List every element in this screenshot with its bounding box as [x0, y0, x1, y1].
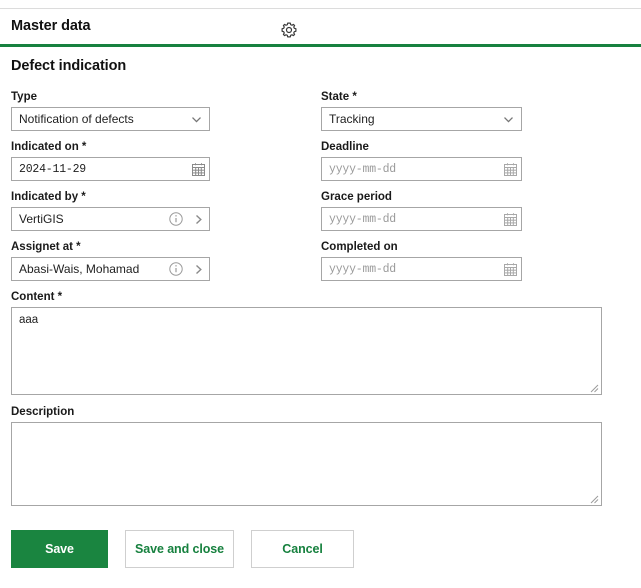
page-title: Defect indication [11, 58, 126, 74]
deadline-date-input[interactable]: yyyy-mm-dd [321, 157, 522, 181]
completed-on-date-input[interactable]: yyyy-mm-dd [321, 257, 522, 281]
grace-period-placeholder: yyyy-mm-dd [322, 213, 499, 226]
active-tab-underline [0, 44, 641, 47]
field-completed-on: Completed on yyyy-mm-dd [321, 240, 522, 281]
field-deadline: Deadline yyyy-mm-dd [321, 140, 522, 181]
deadline-placeholder: yyyy-mm-dd [322, 163, 499, 176]
gear-icon [279, 20, 299, 40]
field-label-deadline: Deadline [321, 140, 522, 154]
field-label-description: Description [11, 405, 602, 419]
field-label-content: Content * [11, 290, 602, 304]
content-textarea[interactable]: aaa [11, 307, 602, 395]
indicated-on-date-input[interactable]: 2024-11-29 [11, 157, 210, 181]
state-select[interactable]: Tracking [321, 107, 522, 131]
calendar-icon[interactable] [499, 208, 521, 230]
field-assignet-at: Assignet at * Abasi-Wais, Mohamad [11, 240, 210, 281]
type-select-value: Notification of defects [12, 112, 183, 126]
indicated-by-lookup[interactable]: VertiGIS [11, 207, 210, 231]
field-grace-period: Grace period yyyy-mm-dd [321, 190, 522, 231]
calendar-icon[interactable] [187, 158, 209, 180]
resize-grip-icon[interactable] [587, 492, 599, 504]
chevron-down-icon[interactable] [495, 108, 521, 130]
grace-period-date-input[interactable]: yyyy-mm-dd [321, 207, 522, 231]
field-description: Description [11, 405, 602, 506]
field-label-grace-period: Grace period [321, 190, 522, 204]
field-content: Content * aaa [11, 290, 602, 395]
save-and-close-button[interactable]: Save and close [125, 530, 234, 568]
calendar-icon[interactable] [499, 158, 521, 180]
chevron-down-icon[interactable] [183, 108, 209, 130]
chevron-right-icon[interactable] [187, 258, 209, 280]
field-label-assignet-at: Assignet at * [11, 240, 210, 254]
resize-grip-icon[interactable] [587, 381, 599, 393]
tab-master-data[interactable]: Master data [11, 18, 91, 34]
field-indicated-by: Indicated by * VertiGIS [11, 190, 210, 231]
save-button[interactable]: Save [11, 530, 108, 568]
assignet-at-value: Abasi-Wais, Mohamad [12, 262, 165, 276]
completed-on-placeholder: yyyy-mm-dd [322, 263, 499, 276]
assignet-at-lookup[interactable]: Abasi-Wais, Mohamad [11, 257, 210, 281]
settings-button[interactable] [275, 16, 303, 44]
description-textarea[interactable] [11, 422, 602, 506]
content-textarea-value: aaa [12, 308, 601, 332]
calendar-icon[interactable] [499, 258, 521, 280]
indicated-by-value: VertiGIS [12, 212, 165, 226]
type-select[interactable]: Notification of defects [11, 107, 210, 131]
field-label-indicated-by: Indicated by * [11, 190, 210, 204]
field-state: State * Tracking [321, 90, 522, 131]
field-type: Type Notification of defects [11, 90, 210, 131]
info-icon[interactable] [165, 208, 187, 230]
indicated-on-value: 2024-11-29 [12, 163, 187, 176]
state-select-value: Tracking [322, 112, 495, 126]
header-bar: Master data [0, 9, 641, 45]
info-icon[interactable] [165, 258, 187, 280]
chevron-right-icon[interactable] [187, 208, 209, 230]
field-label-completed-on: Completed on [321, 240, 522, 254]
description-textarea-value [12, 423, 601, 433]
field-label-indicated-on: Indicated on * [11, 140, 210, 154]
cancel-button[interactable]: Cancel [251, 530, 354, 568]
field-label-type: Type [11, 90, 210, 104]
field-label-state: State * [321, 90, 522, 104]
field-indicated-on: Indicated on * 2024-11-29 [11, 140, 210, 181]
